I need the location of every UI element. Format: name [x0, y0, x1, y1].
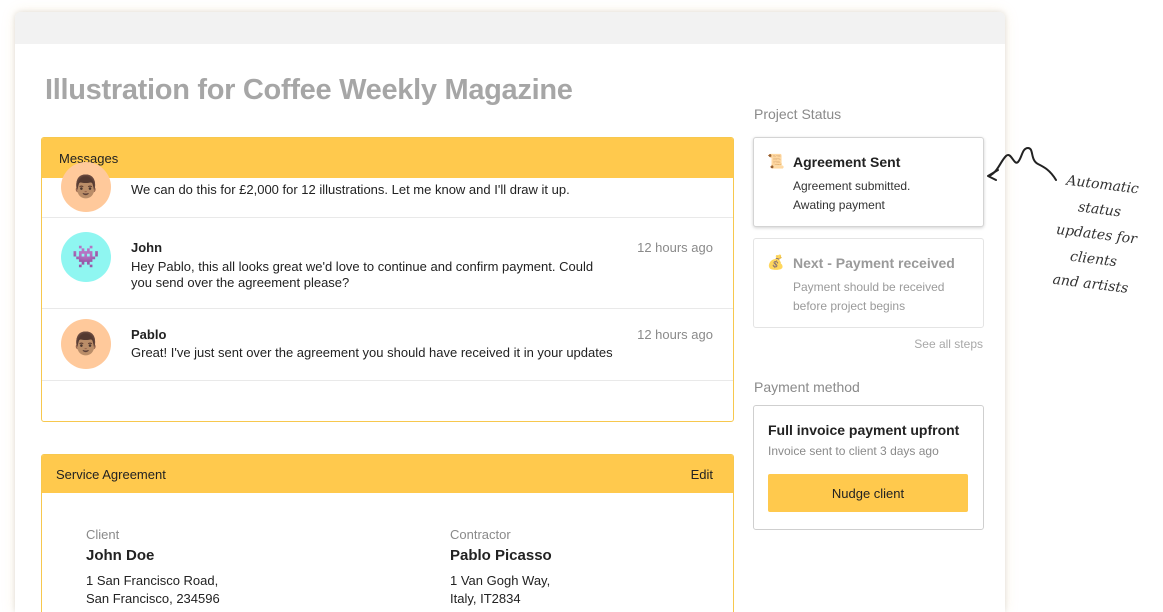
- message-author: John: [131, 240, 163, 255]
- message-time: 12 hours ago: [637, 327, 713, 342]
- status-desc-line1: Payment should be received: [793, 280, 945, 294]
- nudge-client-button[interactable]: Nudge client: [768, 474, 968, 512]
- annotation-note: Automatic status updates for clients and…: [1031, 166, 1162, 304]
- project-status-title: Project Status: [754, 106, 842, 122]
- status-title: Agreement Sent: [793, 154, 901, 170]
- alien-monster-icon: 👾: [72, 244, 100, 269]
- scroll-icon: 📜: [767, 153, 785, 169]
- contractor-details: Contractor Pablo Picasso 1 Van Gogh Way,…: [450, 527, 552, 608]
- message-time: 12 hours ago: [637, 240, 713, 255]
- message-text: Hey Pablo, this all looks great we'd lov…: [131, 259, 594, 290]
- window-titlebar: [15, 12, 1005, 44]
- status-description: Agreement submitted. Awating payment: [793, 177, 973, 215]
- status-title: Next - Payment received: [793, 255, 955, 271]
- man-face-icon: 👨🏽: [72, 331, 100, 356]
- payment-method-title: Payment method: [754, 379, 860, 395]
- client-address-line1: 1 San Francisco Road,: [86, 573, 219, 588]
- avatar: 👨🏽: [61, 319, 111, 369]
- client-address-line2: San Francisco, 234596: [86, 591, 220, 606]
- agreement-header: Service Agreement Edit: [42, 455, 733, 493]
- messages-header: Messages: [42, 138, 733, 178]
- status-card-next[interactable]: 💰 Next - Payment received Payment should…: [753, 238, 984, 328]
- app-window: Illustration for Coffee Weekly Magazine …: [15, 12, 1005, 612]
- list-item[interactable]: 👨🏽 Pablo 12 hours ago Great! I've just s…: [42, 309, 733, 381]
- list-item[interactable]: 👨🏽 We can do this for £2,000 for 12 illu…: [42, 162, 733, 218]
- see-all-steps-link[interactable]: See all steps: [914, 337, 983, 351]
- payment-card-subtitle: Invoice sent to client 3 days ago: [768, 444, 939, 458]
- list-item[interactable]: 👾 John 12 hours ago Hey Pablo, this all …: [42, 218, 733, 309]
- status-desc-line2: before project begins: [793, 299, 906, 313]
- contractor-name: Pablo Picasso: [450, 547, 552, 564]
- man-face-icon: 👨🏽: [72, 174, 100, 199]
- messages-panel: Messages 👨🏽 We can do this for £2,000 fo…: [41, 137, 734, 422]
- edit-button[interactable]: Edit: [691, 467, 713, 482]
- status-description: Payment should be received before projec…: [793, 278, 973, 316]
- payment-card-title: Full invoice payment upfront: [768, 422, 960, 438]
- status-desc-line1: Agreement submitted.: [793, 179, 911, 193]
- status-card-current[interactable]: 📜 Agreement Sent Agreement submitted. Aw…: [753, 137, 984, 227]
- message-author: Pablo: [131, 327, 167, 342]
- message-list[interactable]: 👨🏽 We can do this for £2,000 for 12 illu…: [42, 162, 733, 421]
- contractor-label: Contractor: [450, 527, 511, 542]
- avatar: 👾: [61, 232, 111, 282]
- client-details: Client John Doe 1 San Francisco Road, Sa…: [86, 527, 220, 608]
- contractor-address-line2: Italy, IT2834: [450, 591, 521, 606]
- client-label: Client: [86, 527, 120, 542]
- client-name: John Doe: [86, 547, 155, 564]
- avatar: 👨🏽: [61, 162, 111, 212]
- message-text: Great! I've just sent over the agreement…: [131, 345, 613, 360]
- money-bag-icon: 💰: [767, 254, 785, 270]
- service-agreement-panel: Service Agreement Edit Client John Doe 1…: [41, 454, 734, 612]
- page-title: Illustration for Coffee Weekly Magazine: [45, 74, 573, 106]
- agreement-header-label: Service Agreement: [56, 466, 166, 482]
- contractor-address-line1: 1 Van Gogh Way,: [450, 573, 551, 588]
- message-text: We can do this for £2,000 for 12 illustr…: [131, 182, 570, 197]
- status-desc-line2: Awating payment: [793, 198, 885, 212]
- payment-method-card: Full invoice payment upfront Invoice sen…: [753, 405, 984, 530]
